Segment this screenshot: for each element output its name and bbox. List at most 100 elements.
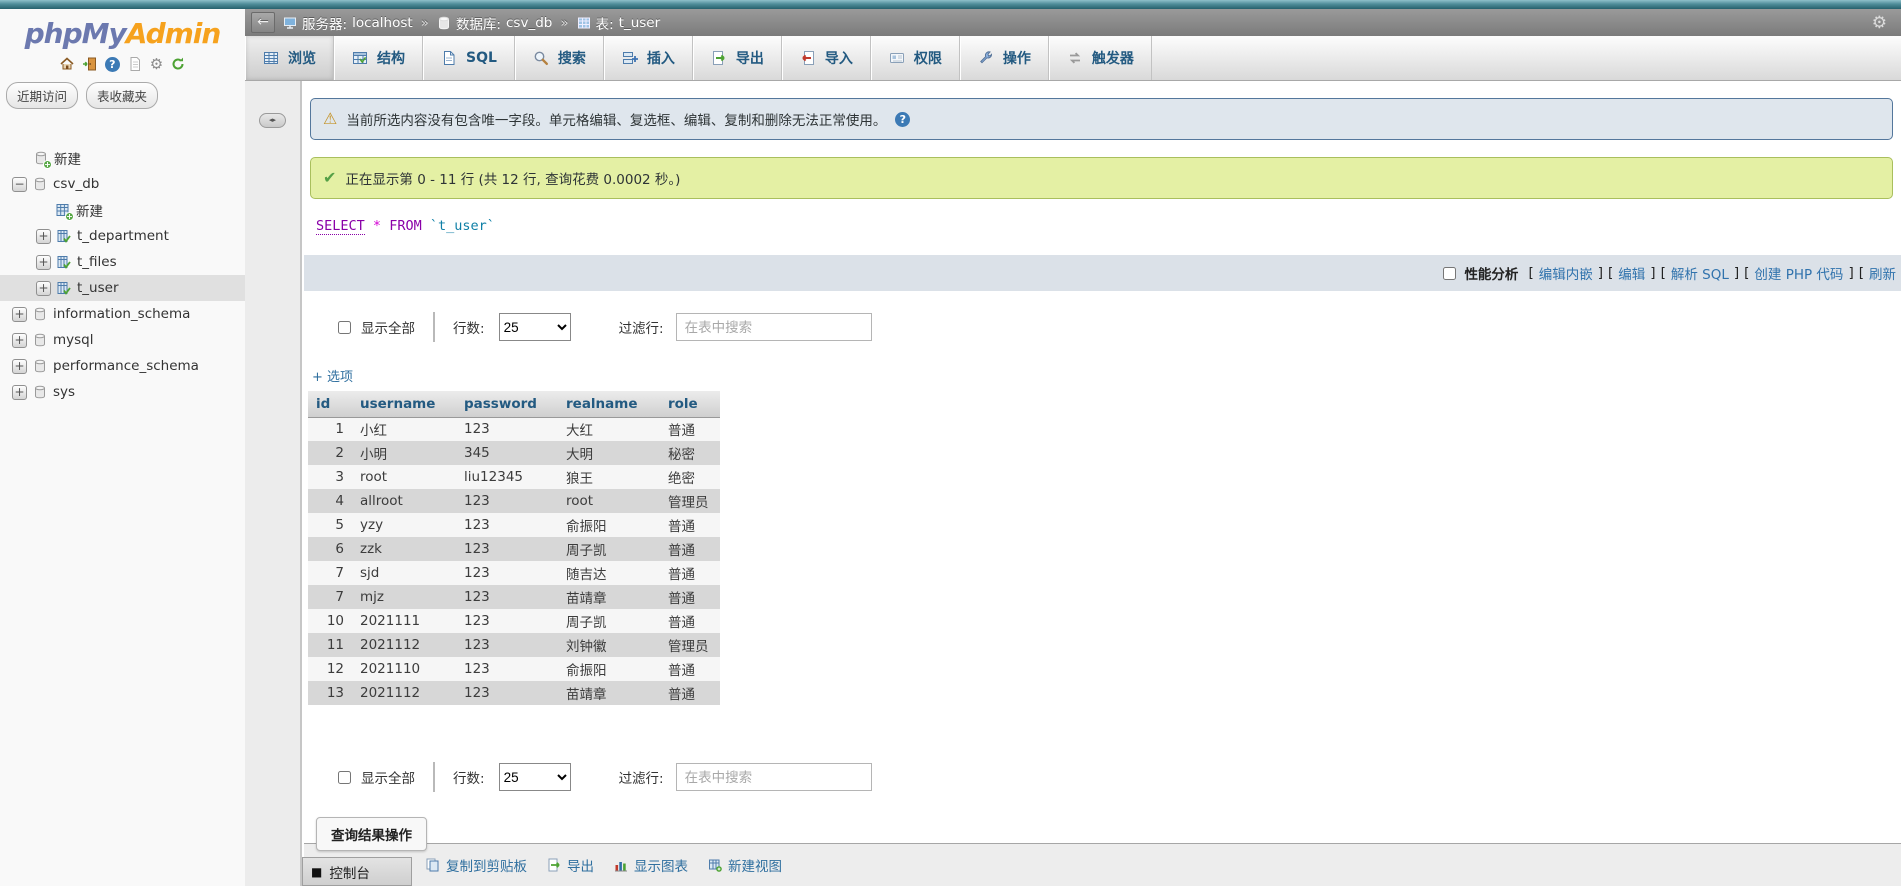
- cell-id: 13: [308, 681, 352, 705]
- profiling-label: 性能分析: [1464, 267, 1519, 283]
- expand-expander-icon[interactable]: [36, 280, 51, 296]
- expand-expander-icon[interactable]: [36, 254, 51, 270]
- breadcrumb-table[interactable]: 表: t_user: [577, 13, 660, 33]
- tree-item-sys[interactable]: sys: [0, 379, 245, 405]
- tab-privileges[interactable]: 权限: [870, 36, 960, 80]
- tree-item-t_files[interactable]: t_files: [0, 249, 245, 275]
- tree-item-t_user[interactable]: t_user: [0, 275, 245, 301]
- cell-role: 管理员: [660, 489, 720, 513]
- home-icon[interactable]: [59, 56, 75, 72]
- tree-item-new-table[interactable]: 新建: [0, 197, 245, 223]
- tab-label: 结构: [377, 51, 405, 67]
- tab-search[interactable]: 搜索: [514, 36, 604, 80]
- favorite-tables-button[interactable]: 表收藏夹: [86, 82, 159, 109]
- options-toggle-link[interactable]: + 选项: [312, 366, 353, 385]
- cell-realname: 刘钟徽: [558, 633, 660, 657]
- cell-realname: 大明: [558, 441, 660, 465]
- breadcrumb-server[interactable]: 服务器: localhost: [283, 13, 413, 33]
- tab-operations[interactable]: 操作: [959, 36, 1049, 80]
- tree-item-performance_schema[interactable]: performance_schema: [0, 353, 245, 379]
- bracket: [: [1608, 265, 1614, 281]
- profiling-checkbox[interactable]: [1443, 266, 1457, 280]
- show-all-checkbox[interactable]: [338, 320, 351, 334]
- tab-label: 触发器: [1091, 51, 1134, 67]
- filter-rows-input[interactable]: [675, 313, 872, 341]
- sql-query-display: SELECT * FROM `t_user`: [316, 218, 1901, 235]
- breadcrumb-database[interactable]: 数据库: csv_db: [437, 13, 552, 33]
- expand-expander-icon[interactable]: [12, 332, 27, 348]
- table-header-row: id username password realname role: [308, 391, 720, 418]
- edit-link[interactable]: 编辑: [1618, 263, 1645, 283]
- column-header-realname[interactable]: realname: [558, 391, 660, 418]
- create-view-link[interactable]: 新建视图: [708, 855, 782, 875]
- recent-tables-button[interactable]: 近期访问: [6, 82, 79, 109]
- help-icon[interactable]: [104, 56, 120, 72]
- tab-import[interactable]: 导入: [781, 36, 871, 80]
- tab-structure[interactable]: 结构: [334, 36, 423, 80]
- column-header-username[interactable]: username: [352, 391, 456, 418]
- rows-count-select[interactable]: 25: [498, 313, 571, 341]
- filter-rows-input[interactable]: [675, 763, 872, 791]
- tab-triggers[interactable]: 触发器: [1048, 36, 1152, 80]
- console-label: 控制台: [329, 865, 370, 882]
- warning-icon: [323, 111, 337, 127]
- cell-role: 普通: [660, 657, 720, 681]
- explain-sql-link[interactable]: 解析 SQL: [1671, 263, 1729, 283]
- server-label: 服务器:: [302, 16, 348, 33]
- cell-username: zzk: [352, 537, 456, 561]
- column-header-id[interactable]: id: [308, 391, 352, 418]
- column-header-role[interactable]: role: [660, 391, 720, 418]
- sidebar-collapse-toggle[interactable]: [259, 113, 286, 128]
- tree-item-new-database[interactable]: 新建: [0, 145, 245, 171]
- export-link[interactable]: 导出: [547, 855, 594, 875]
- create-php-code-link[interactable]: 创建 PHP 代码: [1754, 263, 1843, 283]
- refresh-icon[interactable]: [170, 56, 186, 72]
- tree-item-label: csv_db: [53, 176, 100, 192]
- back-button[interactable]: [251, 12, 275, 33]
- tab-sql[interactable]: SQL: [423, 36, 515, 80]
- action-label: 新建视图: [728, 859, 782, 875]
- tree-item-t_department[interactable]: t_department: [0, 223, 245, 249]
- tab-label: 插入: [646, 51, 675, 67]
- help-icon[interactable]: [895, 111, 911, 127]
- collapse-expander-icon[interactable]: [12, 176, 27, 192]
- expand-expander-icon[interactable]: [12, 384, 27, 400]
- cell-id: 1: [308, 417, 352, 441]
- page-settings-gear-icon[interactable]: [1872, 15, 1887, 31]
- cell-password: 123: [456, 417, 558, 441]
- cell-role: 普通: [660, 513, 720, 537]
- tree-item-mysql[interactable]: mysql: [0, 327, 245, 353]
- expand-expander-icon[interactable]: [36, 228, 51, 244]
- expand-expander-icon[interactable]: [12, 306, 27, 322]
- rows-count-label: 行数:: [453, 321, 485, 337]
- tab-insert[interactable]: 插入: [603, 36, 693, 80]
- expand-expander-icon[interactable]: [12, 358, 27, 374]
- console-toggle[interactable]: 控制台: [302, 857, 412, 886]
- docs-icon[interactable]: [127, 56, 143, 72]
- tree-item-information_schema[interactable]: information_schema: [0, 301, 245, 327]
- logout-door-icon[interactable]: [82, 56, 98, 72]
- tab-export[interactable]: 导出: [692, 36, 782, 80]
- phpmyadmin-logo[interactable]: phpMyAdmin: [0, 9, 245, 50]
- tab-browse[interactable]: 浏览: [245, 36, 334, 80]
- rows-count-select[interactable]: 25: [498, 763, 571, 791]
- cell-realname: 狼王: [558, 465, 660, 489]
- copy-to-clipboard-link[interactable]: 复制到剪贴板: [426, 855, 527, 875]
- server-icon: [284, 17, 296, 29]
- refresh-link[interactable]: 刷新: [1869, 263, 1896, 283]
- show-all-checkbox[interactable]: [338, 770, 351, 784]
- display-chart-link[interactable]: 显示图表: [614, 855, 688, 875]
- settings-gear-icon[interactable]: [150, 56, 163, 72]
- cell-realname: root: [558, 489, 660, 513]
- rows-count-label: 行数:: [453, 771, 485, 787]
- database-icon: [33, 333, 47, 347]
- table-row: 13 2021112 123 苗靖章 普通: [308, 681, 720, 705]
- theme-top-strip: [0, 0, 1901, 9]
- table-row: 12 2021110 123 俞振阳 普通: [308, 657, 720, 681]
- column-header-password[interactable]: password: [456, 391, 558, 418]
- edit-inline-link[interactable]: 编辑内嵌: [1539, 263, 1593, 283]
- tree-item-csv_db[interactable]: csv_db: [0, 171, 245, 197]
- console-icon: [311, 866, 322, 878]
- filter-rows-label: 过滤行:: [618, 771, 664, 787]
- plus-badge-icon: [65, 212, 74, 221]
